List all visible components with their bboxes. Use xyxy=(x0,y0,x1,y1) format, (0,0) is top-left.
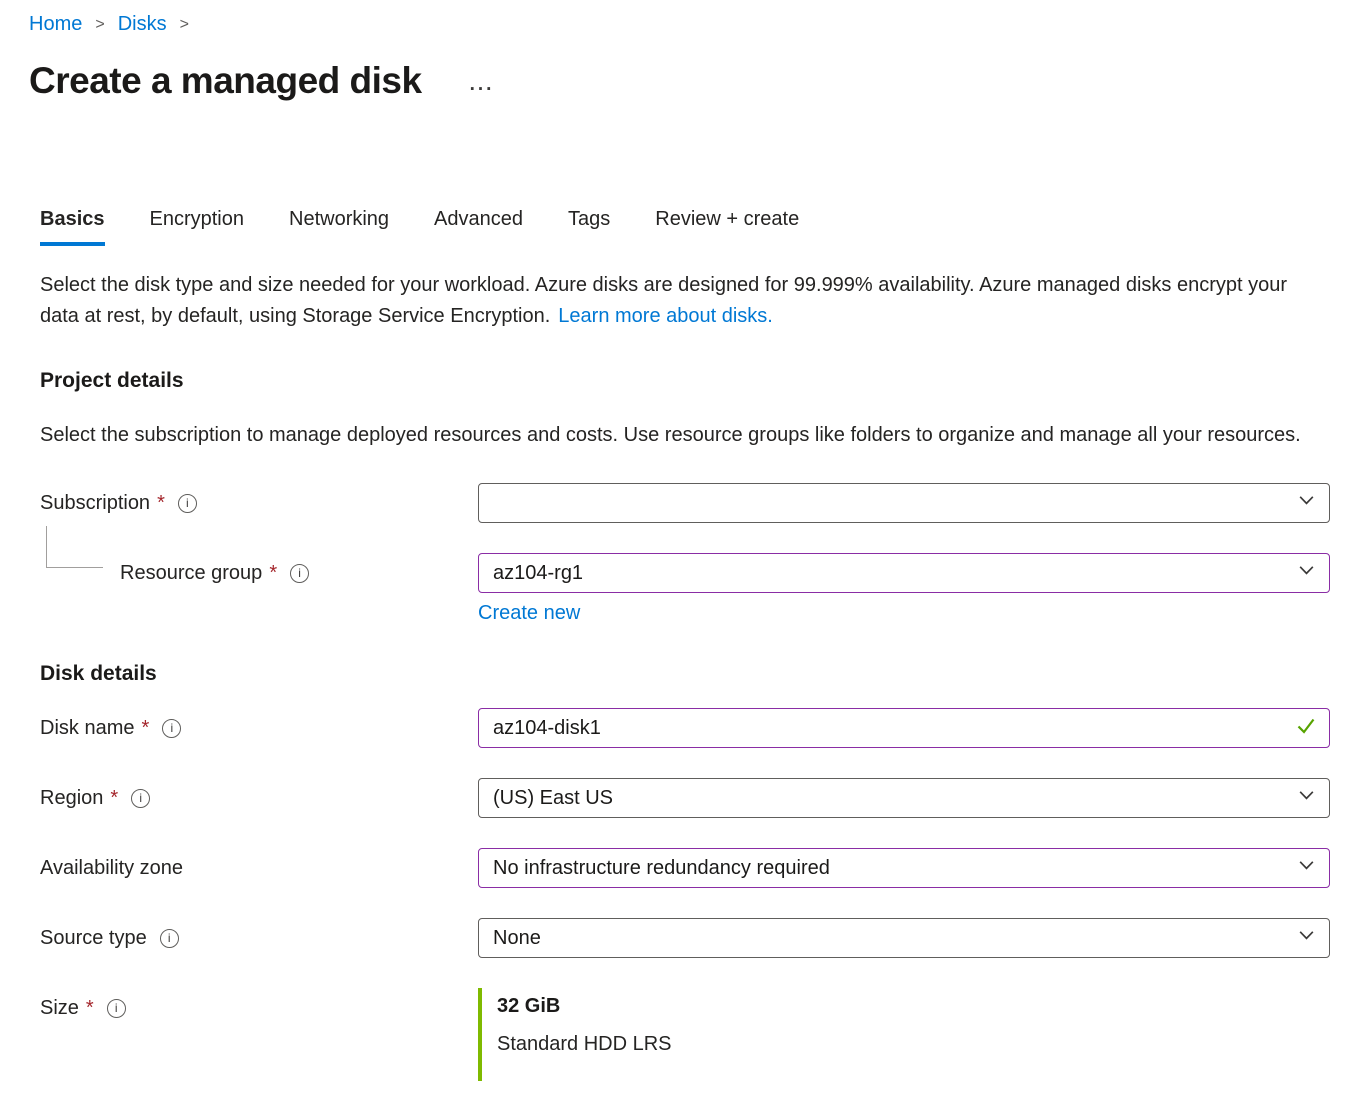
size-row: Size * i 32 GiB Standard HDD LRS xyxy=(40,988,1330,1081)
size-label: Size xyxy=(40,997,79,1020)
wizard-tabs: Basics Encryption Networking Advanced Ta… xyxy=(40,208,1348,246)
resource-group-connector-line xyxy=(46,526,103,568)
required-asterisk: * xyxy=(141,717,149,740)
required-asterisk: * xyxy=(110,787,118,810)
required-asterisk: * xyxy=(86,997,94,1020)
chevron-down-icon xyxy=(1297,561,1316,586)
availability-zone-field: No infrastructure redundancy required xyxy=(478,848,1330,888)
more-menu-ellipsis-icon[interactable]: ... xyxy=(470,74,495,96)
region-label-group: Region * i xyxy=(40,778,478,818)
disk-name-row: Disk name * i xyxy=(40,708,1330,748)
availability-zone-dropdown[interactable]: No infrastructure redundancy required xyxy=(478,848,1330,888)
size-field: 32 GiB Standard HDD LRS xyxy=(478,988,1330,1081)
chevron-down-icon xyxy=(1297,856,1316,881)
disk-name-input[interactable] xyxy=(478,708,1330,748)
resource-group-label-group: Resource group * i xyxy=(40,553,478,593)
source-type-dropdown[interactable]: None xyxy=(478,918,1330,958)
resource-group-field: az104-rg1 Create new xyxy=(478,553,1330,625)
breadcrumb-chevron-icon: > xyxy=(95,10,104,38)
resource-group-row: Resource group * i az104-rg1 Create new xyxy=(40,553,1330,625)
tab-tags[interactable]: Tags xyxy=(568,208,610,246)
info-icon[interactable]: i xyxy=(162,719,181,738)
project-details-form: Subscription * i Resource group * i xyxy=(40,483,1348,625)
availability-zone-value: No infrastructure redundancy required xyxy=(493,857,830,880)
tab-networking[interactable]: Networking xyxy=(289,208,389,246)
source-type-row: Source type i None xyxy=(40,918,1330,958)
resource-group-label: Resource group xyxy=(120,562,262,585)
breadcrumb-home-link[interactable]: Home xyxy=(29,11,82,37)
disk-name-field xyxy=(478,708,1330,748)
availability-zone-label: Availability zone xyxy=(40,857,183,880)
resource-group-value: az104-rg1 xyxy=(493,562,583,585)
region-row: Region * i (US) East US xyxy=(40,778,1330,818)
subscription-label-group: Subscription * i xyxy=(40,483,478,523)
subscription-row: Subscription * i xyxy=(40,483,1330,523)
title-row: Create a managed disk ... xyxy=(29,59,1348,103)
learn-more-link[interactable]: Learn more about disks. xyxy=(558,305,773,327)
create-new-resource-group-link[interactable]: Create new xyxy=(478,602,580,625)
info-icon[interactable]: i xyxy=(290,564,309,583)
subscription-label: Subscription xyxy=(40,492,150,515)
tab-review-create[interactable]: Review + create xyxy=(655,208,799,246)
project-details-heading: Project details xyxy=(40,368,1348,393)
resource-group-dropdown[interactable]: az104-rg1 xyxy=(478,553,1330,593)
info-icon[interactable]: i xyxy=(107,999,126,1018)
region-field: (US) East US xyxy=(478,778,1330,818)
breadcrumb-chevron-icon: > xyxy=(180,10,189,38)
project-details-description: Select the subscription to manage deploy… xyxy=(40,420,1308,451)
region-dropdown[interactable]: (US) East US xyxy=(478,778,1330,818)
info-icon[interactable]: i xyxy=(131,789,150,808)
chevron-down-icon xyxy=(1297,926,1316,951)
size-sku: Standard HDD LRS xyxy=(497,1031,1330,1057)
source-type-field: None xyxy=(478,918,1330,958)
breadcrumb: Home > Disks > xyxy=(29,10,1348,38)
subscription-field xyxy=(478,483,1330,523)
size-summary: 32 GiB Standard HDD LRS xyxy=(478,988,1330,1081)
create-managed-disk-page: Home > Disks > Create a managed disk ...… xyxy=(0,0,1348,1101)
availability-zone-label-group: Availability zone xyxy=(40,848,478,888)
required-asterisk: * xyxy=(157,492,165,515)
info-icon[interactable]: i xyxy=(160,929,179,948)
source-type-label-group: Source type i xyxy=(40,918,478,958)
size-label-group: Size * i xyxy=(40,988,478,1028)
size-value: 32 GiB xyxy=(497,993,1330,1020)
info-icon[interactable]: i xyxy=(178,494,197,513)
availability-zone-row: Availability zone No infrastructure redu… xyxy=(40,848,1330,888)
tab-encryption[interactable]: Encryption xyxy=(150,208,245,246)
chevron-down-icon xyxy=(1297,786,1316,811)
region-label: Region xyxy=(40,787,103,810)
source-type-value: None xyxy=(493,927,541,950)
tab-advanced[interactable]: Advanced xyxy=(434,208,523,246)
breadcrumb-disks-link[interactable]: Disks xyxy=(118,11,167,37)
region-value: (US) East US xyxy=(493,787,613,810)
disk-name-label: Disk name xyxy=(40,717,134,740)
source-type-label: Source type xyxy=(40,927,147,950)
disk-details-heading: Disk details xyxy=(40,661,1348,686)
required-asterisk: * xyxy=(269,562,277,585)
disk-name-label-group: Disk name * i xyxy=(40,708,478,748)
chevron-down-icon xyxy=(1297,491,1316,516)
page-title: Create a managed disk xyxy=(29,59,422,103)
page-header: Home > Disks > Create a managed disk ... xyxy=(0,0,1348,103)
subscription-dropdown[interactable] xyxy=(478,483,1330,523)
tab-basics[interactable]: Basics xyxy=(40,208,105,246)
disk-details-form: Disk name * i Region * i (US) East US xyxy=(40,708,1348,1081)
intro-paragraph: Select the disk type and size needed for… xyxy=(40,270,1308,332)
